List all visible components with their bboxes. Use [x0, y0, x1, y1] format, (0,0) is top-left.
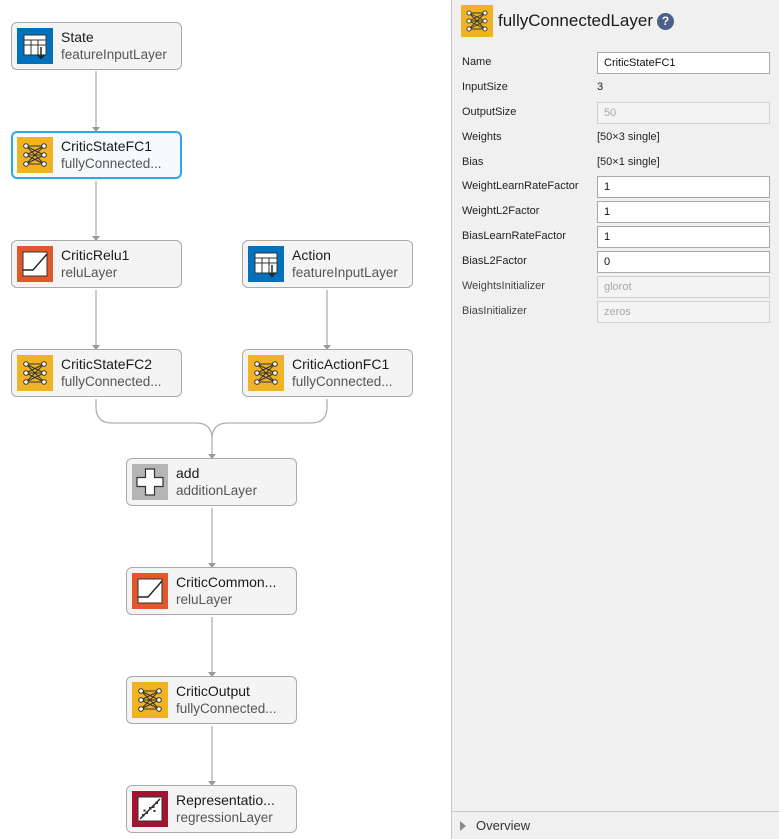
node-name: CriticRelu1 — [61, 247, 130, 263]
layer-node-representation[interactable]: Representatio... regressionLayer — [126, 785, 297, 833]
property-label: WeightsInitializer — [462, 280, 545, 292]
node-name: CriticStateFC1 — [61, 138, 153, 154]
network-canvas[interactable]: State featureInputLayer CriticStateFC1 f… — [0, 0, 451, 839]
overview-label: Overview — [476, 818, 531, 833]
node-type: featureInputLayer — [292, 265, 398, 280]
property-row-weightl2factor: WeightL2Factor — [462, 201, 772, 223]
regression-icon — [132, 791, 168, 827]
property-row-weightsinitializer: WeightsInitializer — [462, 276, 772, 298]
node-type: reluLayer — [176, 592, 233, 607]
relu-icon — [132, 573, 168, 609]
weightsinitializer-input — [597, 276, 770, 298]
node-name: CriticOutput — [176, 683, 250, 699]
layer-node-state[interactable]: State featureInputLayer — [11, 22, 182, 70]
edge-criticactionfc1-to-add — [211, 399, 328, 440]
node-type: regressionLayer — [176, 810, 273, 825]
weightlearnratefactor-input[interactable] — [597, 176, 770, 198]
fully-connected-icon — [461, 5, 493, 37]
node-name: Representatio... — [176, 792, 275, 808]
help-icon[interactable]: ? — [657, 13, 674, 30]
addition-icon — [132, 464, 168, 500]
property-row-weights: Weights [50×3 single] — [462, 127, 772, 149]
layer-node-criticstatefc1[interactable]: CriticStateFC1 fullyConnected... — [11, 131, 182, 179]
property-row-inputsize: InputSize 3 — [462, 77, 772, 99]
property-label: Bias — [462, 156, 484, 168]
layer-node-action[interactable]: Action featureInputLayer — [242, 240, 413, 288]
fully-connected-icon — [132, 682, 168, 718]
property-row-weightlearnratefactor: WeightLearnRateFactor — [462, 176, 772, 198]
edge-criticstatefc2-to-add — [95, 399, 213, 454]
panel-title: fullyConnectedLayer — [498, 11, 653, 30]
node-name: Action — [292, 247, 331, 263]
node-type: fullyConnected... — [61, 374, 162, 389]
node-name: CriticCommon... — [176, 574, 277, 590]
node-name: add — [176, 465, 200, 481]
bias-value: [50×1 single] — [597, 156, 660, 168]
fully-connected-icon — [17, 355, 53, 391]
properties-panel: fullyConnectedLayer ? Name InputSize 3 O… — [451, 0, 779, 839]
property-label: BiasLearnRateFactor — [462, 230, 566, 242]
panel-header: fullyConnectedLayer ? — [461, 5, 771, 37]
node-name: CriticStateFC2 — [61, 356, 153, 372]
node-type: fullyConnected... — [61, 156, 162, 171]
inputsize-value: 3 — [597, 81, 604, 93]
biasl2factor-input[interactable] — [597, 251, 770, 273]
property-label: Weights — [462, 131, 502, 143]
node-name: CriticActionFC1 — [292, 356, 390, 372]
property-label: InputSize — [462, 81, 508, 93]
feature-input-icon — [248, 246, 284, 282]
property-label: BiasL2Factor — [462, 255, 527, 267]
feature-input-icon — [17, 28, 53, 64]
property-row-bias: Bias [50×1 single] — [462, 152, 772, 174]
outputsize-input — [597, 102, 770, 124]
property-label: Name — [462, 56, 492, 68]
property-row-outputsize: OutputSize — [462, 102, 772, 124]
layer-node-criticactionfc1[interactable]: CriticActionFC1 fullyConnected... — [242, 349, 413, 397]
node-name: State — [61, 29, 94, 45]
biaslearnratefactor-input[interactable] — [597, 226, 770, 248]
node-type: fullyConnected... — [176, 701, 277, 716]
property-label: BiasInitializer — [462, 305, 527, 317]
property-row-biasl2factor: BiasL2Factor — [462, 251, 772, 273]
node-type: reluLayer — [61, 265, 118, 280]
layer-node-criticrelu1[interactable]: CriticRelu1 reluLayer — [11, 240, 182, 288]
chevron-right-icon — [460, 821, 466, 831]
property-row-biasinitializer: BiasInitializer — [462, 301, 772, 323]
property-label: WeightL2Factor — [462, 205, 540, 217]
property-label: WeightLearnRateFactor — [462, 180, 579, 192]
layer-node-add[interactable]: add additionLayer — [126, 458, 297, 506]
layer-node-criticoutput[interactable]: CriticOutput fullyConnected... — [126, 676, 297, 724]
weightl2factor-input[interactable] — [597, 201, 770, 223]
property-label: OutputSize — [462, 106, 517, 118]
layer-node-criticcommon[interactable]: CriticCommon... reluLayer — [126, 567, 297, 615]
weights-value: [50×3 single] — [597, 131, 660, 143]
property-row-name: Name — [462, 52, 772, 74]
fully-connected-icon — [17, 137, 53, 173]
name-input[interactable] — [597, 52, 770, 74]
relu-icon — [17, 246, 53, 282]
fully-connected-icon — [248, 355, 284, 391]
biasinitializer-input — [597, 301, 770, 323]
node-type: featureInputLayer — [61, 47, 167, 62]
layer-node-criticstatefc2[interactable]: CriticStateFC2 fullyConnected... — [11, 349, 182, 397]
overview-section-toggle[interactable]: Overview — [452, 811, 779, 839]
node-type: fullyConnected... — [292, 374, 393, 389]
node-type: additionLayer — [176, 483, 258, 498]
property-row-biaslearnratefactor: BiasLearnRateFactor — [462, 226, 772, 248]
